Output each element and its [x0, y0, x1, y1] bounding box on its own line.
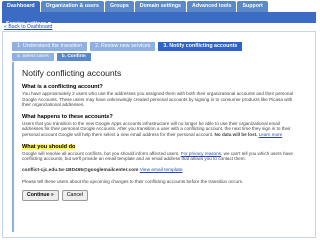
- button-row: Continue » Cancel: [22, 190, 298, 202]
- tab-dashboard[interactable]: Dashboard: [2, 1, 40, 12]
- conflict-address-row: conflict-cjc.edu.tw-1BD465@googlemailcen…: [22, 168, 298, 173]
- what-is-heading: What is a conflicting account?: [22, 84, 103, 90]
- what-to-do-body: Google will resolve all account conflict…: [22, 150, 293, 162]
- tab-groups[interactable]: Groups: [104, 1, 134, 12]
- tab-domain-settings[interactable]: Domain settings: [134, 1, 187, 12]
- what-happens-paragraph: Users that you transition to the new Goo…: [22, 121, 298, 138]
- learn-more-link[interactable]: Learn more: [259, 132, 283, 137]
- back-to-dashboard-link[interactable]: « Back to Dashboard: [4, 24, 52, 30]
- page-title: Notify conflicting accounts: [22, 68, 122, 78]
- cancel-button[interactable]: Cancel: [61, 190, 88, 202]
- view-email-template-link[interactable]: View email template: [140, 168, 183, 173]
- tab-advanced-tools[interactable]: Advanced tools: [187, 1, 237, 12]
- what-to-do-heading: What you should do: [22, 143, 298, 150]
- substep-select-users[interactable]: a. Select users: [12, 53, 54, 61]
- main-content: Notify conflicting accounts What is a co…: [12, 62, 300, 232]
- continue-button[interactable]: Continue »: [22, 190, 59, 202]
- wizard-substeps: a. Select users b. Confirm: [12, 53, 94, 61]
- no-data-lost-note: No data will be lost.: [214, 131, 258, 137]
- service-settings-bar: Service settings ▾: [2, 12, 316, 27]
- top-nav-tabs: Dashboard Organization & users Groups Do…: [2, 1, 269, 12]
- wizard-step-review[interactable]: 2. Review new services: [90, 42, 156, 51]
- tab-organization-users[interactable]: Organization & users: [40, 1, 104, 12]
- wizard-step-understand[interactable]: 1. Understand the transition: [12, 42, 88, 51]
- privacy-reasons-link[interactable]: For privacy reasons: [181, 151, 221, 156]
- footer-note: Please tell these users about the upcomi…: [22, 178, 244, 184]
- wizard-step-notify: 3. Notify conflicting accounts: [158, 42, 243, 51]
- substep-confirm: b. Confirm: [56, 53, 91, 61]
- conflict-email-address: conflict-cjc.edu.tw-1BD465@googlemailcen…: [22, 167, 139, 173]
- what-is-body: You have approximately 2 users who use t…: [22, 91, 294, 108]
- what-happens-heading: What happens to these accounts?: [22, 113, 113, 120]
- wizard-steps: 1. Understand the transition 2. Review n…: [12, 42, 245, 51]
- tab-support[interactable]: Support: [237, 1, 268, 12]
- what-to-do-heading-text: What you should do: [22, 143, 76, 150]
